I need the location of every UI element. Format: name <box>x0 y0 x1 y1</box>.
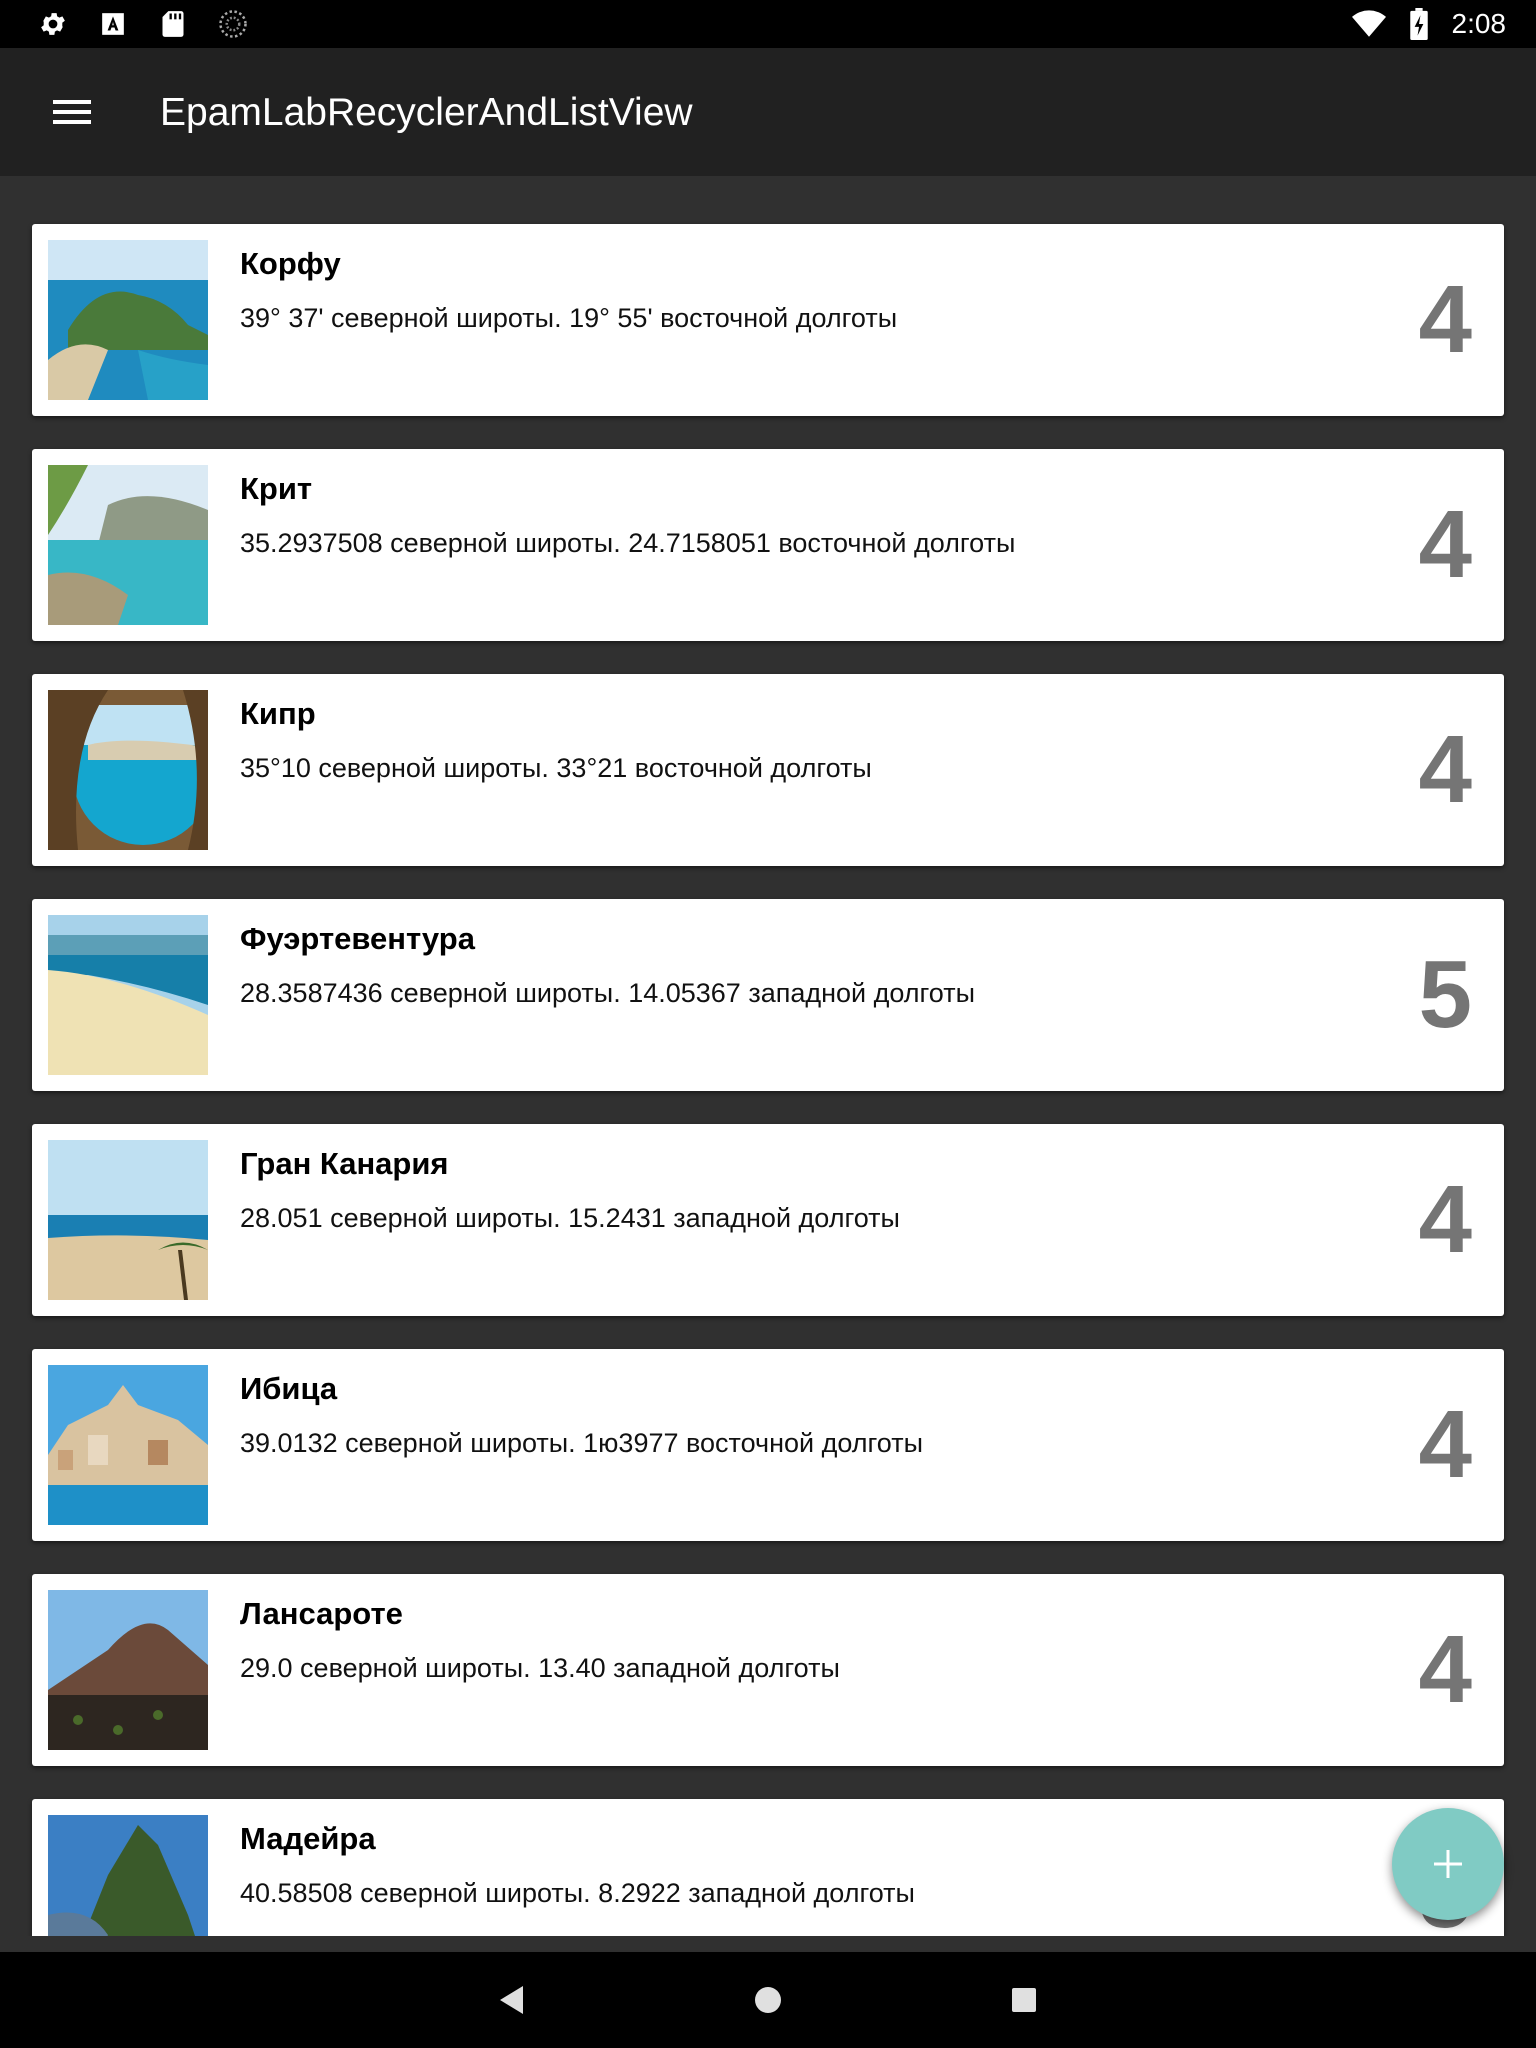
place-photo <box>48 1815 208 1936</box>
place-coordinates: 35.2937508 северной широты. 24.7158051 в… <box>240 528 1016 558</box>
place-card-lanzarote[interactable]: Лансароте 29.0 северной широты. 13.40 за… <box>32 1574 1504 1766</box>
place-photo <box>48 1365 208 1525</box>
place-name: Крит <box>240 471 313 506</box>
place-photo <box>48 915 208 1075</box>
place-coordinates: 28.051 северной широты. 15.2431 западной… <box>240 1203 900 1233</box>
place-card-cyprus[interactable]: Кипр 35°10 северной широты. 33°21 восточ… <box>32 674 1504 866</box>
place-coordinates: 40.58508 северной широты. 8.2922 западно… <box>240 1878 915 1908</box>
home-icon[interactable] <box>742 1974 794 2026</box>
place-name: Фуэртевентура <box>240 921 475 956</box>
place-rating: 4 <box>1418 1391 1472 1498</box>
place-photo <box>48 1140 208 1300</box>
status-notification-icons <box>36 8 250 40</box>
add-place-button[interactable] <box>1392 1808 1504 1920</box>
place-card-corfu[interactable]: Корфу 39° 37' северной широты. 19° 55' в… <box>32 224 1504 416</box>
status-system-icons: 2:08 <box>1351 6 1507 42</box>
navigation-bar <box>0 1952 1536 2048</box>
battery-charging-icon <box>1402 8 1436 40</box>
place-name: Ибица <box>240 1371 338 1406</box>
place-photo <box>48 240 208 400</box>
settings-icon <box>36 8 70 40</box>
app-title: EpamLabRecyclerAndListView <box>160 91 693 134</box>
place-rating: 5 <box>1418 941 1472 1048</box>
wifi-icon <box>1351 8 1386 40</box>
plus-icon <box>1434 1850 1462 1878</box>
place-name: Кипр <box>240 696 316 731</box>
recents-icon[interactable] <box>998 1974 1050 2026</box>
sync-icon <box>216 8 250 40</box>
place-rating: 4 <box>1418 266 1472 373</box>
place-coordinates: 39° 37' северной широты. 19° 55' восточн… <box>240 303 898 333</box>
place-card-ibiza[interactable]: Ибица 39.0132 северной широты. 1ю3977 во… <box>32 1349 1504 1541</box>
place-coordinates: 35°10 северной широты. 33°21 восточной д… <box>240 753 872 783</box>
place-coordinates: 29.0 северной широты. 13.40 западной дол… <box>240 1653 840 1683</box>
hamburger-menu-icon[interactable] <box>32 80 112 144</box>
place-photo <box>48 465 208 625</box>
place-card-fuerteventura[interactable]: Фуэртевентура 28.3587436 северной широты… <box>32 899 1504 1091</box>
app-bar: EpamLabRecyclerAndListView <box>0 48 1536 176</box>
place-name: Гран Канария <box>240 1146 449 1181</box>
status-bar: 2:08 <box>0 0 1536 48</box>
place-coordinates: 39.0132 северной широты. 1ю3977 восточно… <box>240 1428 923 1458</box>
place-rating: 4 <box>1418 491 1472 598</box>
clock: 2:08 <box>1451 8 1507 39</box>
place-card-crete[interactable]: Крит 35.2937508 северной широты. 24.7158… <box>32 449 1504 641</box>
place-name: Лансароте <box>240 1596 403 1631</box>
a-notification-icon <box>96 8 130 40</box>
place-coordinates: 28.3587436 северной широты. 14.05367 зап… <box>240 978 975 1008</box>
place-photo <box>48 1590 208 1750</box>
place-card-gran-canaria[interactable]: Гран Канария 28.051 северной широты. 15.… <box>32 1124 1504 1316</box>
sd-card-icon <box>156 8 190 40</box>
place-photo <box>48 690 208 850</box>
place-rating: 4 <box>1418 716 1472 823</box>
back-icon[interactable] <box>486 1974 538 2026</box>
place-rating: 4 <box>1418 1166 1472 1273</box>
place-name: Мадейра <box>240 1821 376 1856</box>
places-list[interactable]: Корфу 39° 37' северной широты. 19° 55' в… <box>0 176 1536 1936</box>
place-name: Корфу <box>240 246 341 281</box>
place-card-madeira[interactable]: Мадейра 40.58508 северной широты. 8.2922… <box>32 1799 1504 1936</box>
place-rating: 4 <box>1418 1616 1472 1723</box>
